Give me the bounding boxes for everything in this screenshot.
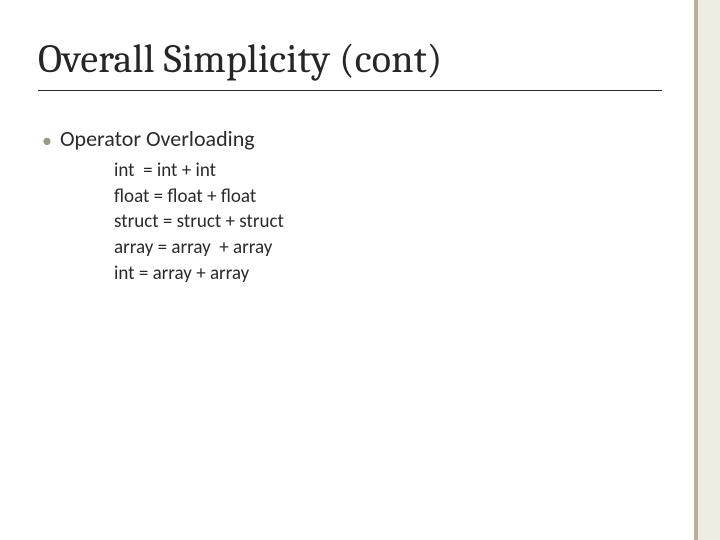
example-line: int = int + int [114,158,662,184]
page-title: Overall Simplicity (cont) [38,36,662,91]
example-line: array = array + array [114,235,662,261]
example-line: int = array + array [114,261,662,287]
bullet-marker: • [42,131,52,151]
bullet-text: Operator Overloading [60,125,255,152]
example-block: int = int + int float = float + float st… [114,158,662,286]
bullet-item: • Operator Overloading [42,125,662,152]
example-line: struct = struct + struct [114,209,662,235]
slide-body: Overall Simplicity (cont) • Operator Ove… [0,0,720,540]
example-line: float = float + float [114,184,662,210]
